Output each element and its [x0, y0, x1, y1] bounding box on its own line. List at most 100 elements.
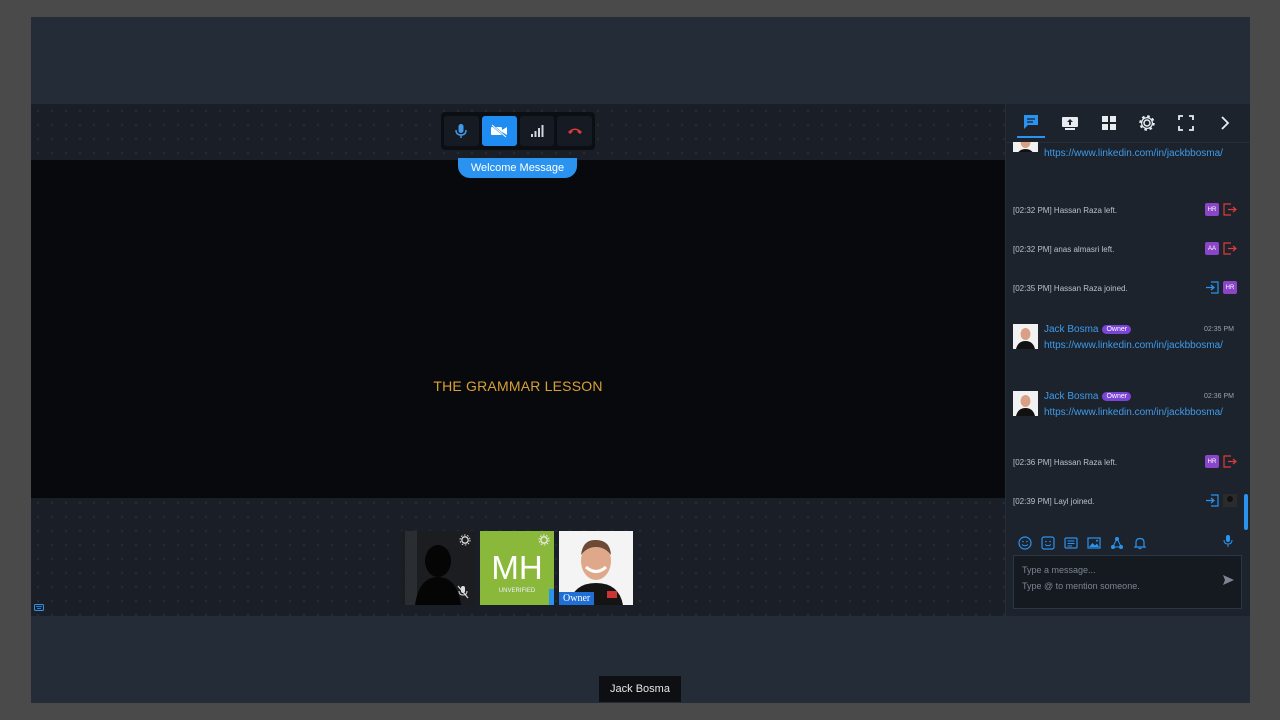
system-message: [02:39 PM] Layl joined.: [1013, 494, 1242, 507]
hangup-icon: [567, 128, 582, 134]
image-icon: [1086, 537, 1101, 549]
system-message: [02:32 PM] anas almasri left. AA: [1013, 242, 1242, 255]
image-button[interactable]: [1085, 535, 1102, 552]
user-initials-badge: HR: [1205, 203, 1219, 216]
tile-settings-icon[interactable]: [538, 534, 550, 546]
bell-icon: [1133, 537, 1146, 550]
chat-message: https://www.linkedin.com/in/jackbbosma/: [1006, 142, 1242, 178]
fullscreen-icon: [1178, 115, 1194, 131]
system-message-text: [02:35 PM] Hassan Raza joined.: [1013, 284, 1128, 293]
system-message-text: [02:36 PM] Hassan Raza left.: [1013, 458, 1118, 467]
message-time: 02:36 PM: [1204, 393, 1234, 400]
camera-off-icon: [491, 124, 508, 138]
panel-tabs: [1006, 104, 1250, 143]
emoji-icon: [1017, 536, 1032, 550]
message-link[interactable]: https://www.linkedin.com/in/jackbbosma/: [1044, 147, 1236, 161]
system-icons: HR: [1205, 203, 1237, 216]
keyboard-icon[interactable]: [34, 604, 44, 611]
share-button[interactable]: [1108, 535, 1125, 552]
leave-icon: [1223, 203, 1237, 216]
signal-icon: [530, 125, 544, 137]
leave-icon: [1223, 455, 1237, 468]
author-name[interactable]: Jack Bosma: [1044, 324, 1098, 335]
tab-grid[interactable]: [1095, 109, 1123, 137]
system-message: [02:35 PM] Hassan Raza joined. HR: [1013, 281, 1242, 294]
avatar: [1013, 324, 1038, 349]
gif-icon: [1063, 537, 1078, 549]
participant-tile-video[interactable]: [401, 531, 475, 605]
system-message: [02:36 PM] Hassan Raza left. HR: [1013, 455, 1242, 468]
participant-name-tooltip: Jack Bosma: [599, 676, 681, 702]
screen-share-icon: [1061, 117, 1078, 130]
mic-button[interactable]: [444, 116, 479, 146]
tab-fullscreen[interactable]: [1172, 109, 1200, 137]
system-icons: HR: [1205, 455, 1237, 468]
message-link[interactable]: https://www.linkedin.com/in/jackbbosma/: [1044, 406, 1236, 420]
share-icon: [1110, 537, 1123, 549]
emoji-button[interactable]: [1016, 535, 1033, 552]
muted-mic-icon: [457, 585, 469, 599]
author-name[interactable]: Jack Bosma: [1044, 391, 1098, 402]
chat-message: Jack Bosma Owner 02:35 PM https://www.lin…: [1006, 322, 1242, 372]
join-icon: [1206, 281, 1219, 294]
user-initials-badge: HR: [1205, 455, 1219, 468]
send-icon[interactable]: [1222, 574, 1235, 586]
participant-tile-owner[interactable]: Owner: [559, 531, 633, 605]
system-icons: HR: [1205, 281, 1237, 294]
video-stage: THE GRAMMAR LESSON Welcome Message MH UN…: [31, 104, 1005, 616]
app-window: THE GRAMMAR LESSON Welcome Message MH UN…: [31, 17, 1250, 703]
avatar: [1013, 391, 1038, 416]
chat-scrollbar[interactable]: [1244, 494, 1248, 530]
gif-button[interactable]: [1062, 535, 1079, 552]
participant-strip: MH UNVERIFIED Owner: [401, 531, 633, 605]
settings-icon: [1139, 115, 1156, 131]
join-icon: [1206, 494, 1219, 507]
lesson-title: THE GRAMMAR LESSON: [433, 378, 603, 394]
call-controls: [441, 112, 595, 150]
network-quality-button[interactable]: [519, 116, 555, 146]
participant-tile-mh[interactable]: MH UNVERIFIED: [480, 531, 554, 605]
chat-messages: https://www.linkedin.com/in/jackbbosma/ …: [1006, 142, 1242, 528]
system-message: [02:32 PM] Hassan Raza left. HR: [1013, 203, 1242, 216]
hangup-button[interactable]: [557, 116, 592, 146]
message-author[interactable]: Jack Bosma Owner: [1044, 324, 1132, 335]
avatar: [1223, 494, 1237, 507]
tab-settings[interactable]: [1133, 109, 1161, 137]
leave-icon: [1223, 242, 1237, 255]
shared-content: THE GRAMMAR LESSON: [31, 160, 1005, 498]
tab-chat[interactable]: [1017, 108, 1046, 138]
chat-icon: [1024, 115, 1039, 129]
unverified-label: UNVERIFIED: [498, 588, 536, 594]
tab-collapse[interactable]: [1211, 109, 1239, 137]
message-input[interactable]: Type a message... Type @ to mention some…: [1013, 555, 1242, 609]
sticker-button[interactable]: [1039, 535, 1056, 552]
system-message-text: [02:32 PM] anas almasri left.: [1013, 245, 1115, 254]
grid-icon: [1101, 116, 1116, 130]
user-initials-badge: AA: [1205, 242, 1219, 255]
message-author[interactable]: Jack Bosma Owner: [1044, 391, 1132, 402]
system-message-text: [02:32 PM] Hassan Raza left.: [1013, 206, 1118, 215]
tile-settings-icon[interactable]: [459, 534, 471, 546]
camera-toggle-button[interactable]: [481, 116, 517, 146]
chat-message: Jack Bosma Owner 02:36 PM https://www.lin…: [1006, 389, 1242, 439]
owner-badge: Owner: [559, 592, 595, 605]
side-panel: https://www.linkedin.com/in/jackbbosma/ …: [1006, 104, 1250, 616]
chat-toolbar: [1006, 532, 1250, 554]
system-message-text: [02:39 PM] Layl joined.: [1013, 497, 1095, 506]
message-link[interactable]: https://www.linkedin.com/in/jackbbosma/: [1044, 339, 1236, 353]
tab-screen-share[interactable]: [1056, 109, 1084, 137]
role-badge: Owner: [1102, 325, 1132, 334]
system-icons: [1205, 494, 1237, 507]
notification-button[interactable]: [1131, 535, 1148, 552]
avatar: [1013, 142, 1038, 152]
system-icons: AA: [1205, 242, 1237, 255]
microphone-icon: [455, 124, 468, 138]
microphone-icon[interactable]: [1222, 534, 1234, 548]
sticker-icon: [1040, 536, 1055, 550]
chevron-right-icon: [1220, 116, 1229, 130]
welcome-message-button[interactable]: Welcome Message: [458, 158, 577, 178]
message-input-placeholder: Type a message... Type @ to mention some…: [1022, 565, 1140, 591]
user-initials-badge: HR: [1223, 281, 1237, 294]
participant-initials: MH: [491, 549, 543, 586]
role-badge: Owner: [1102, 392, 1132, 401]
